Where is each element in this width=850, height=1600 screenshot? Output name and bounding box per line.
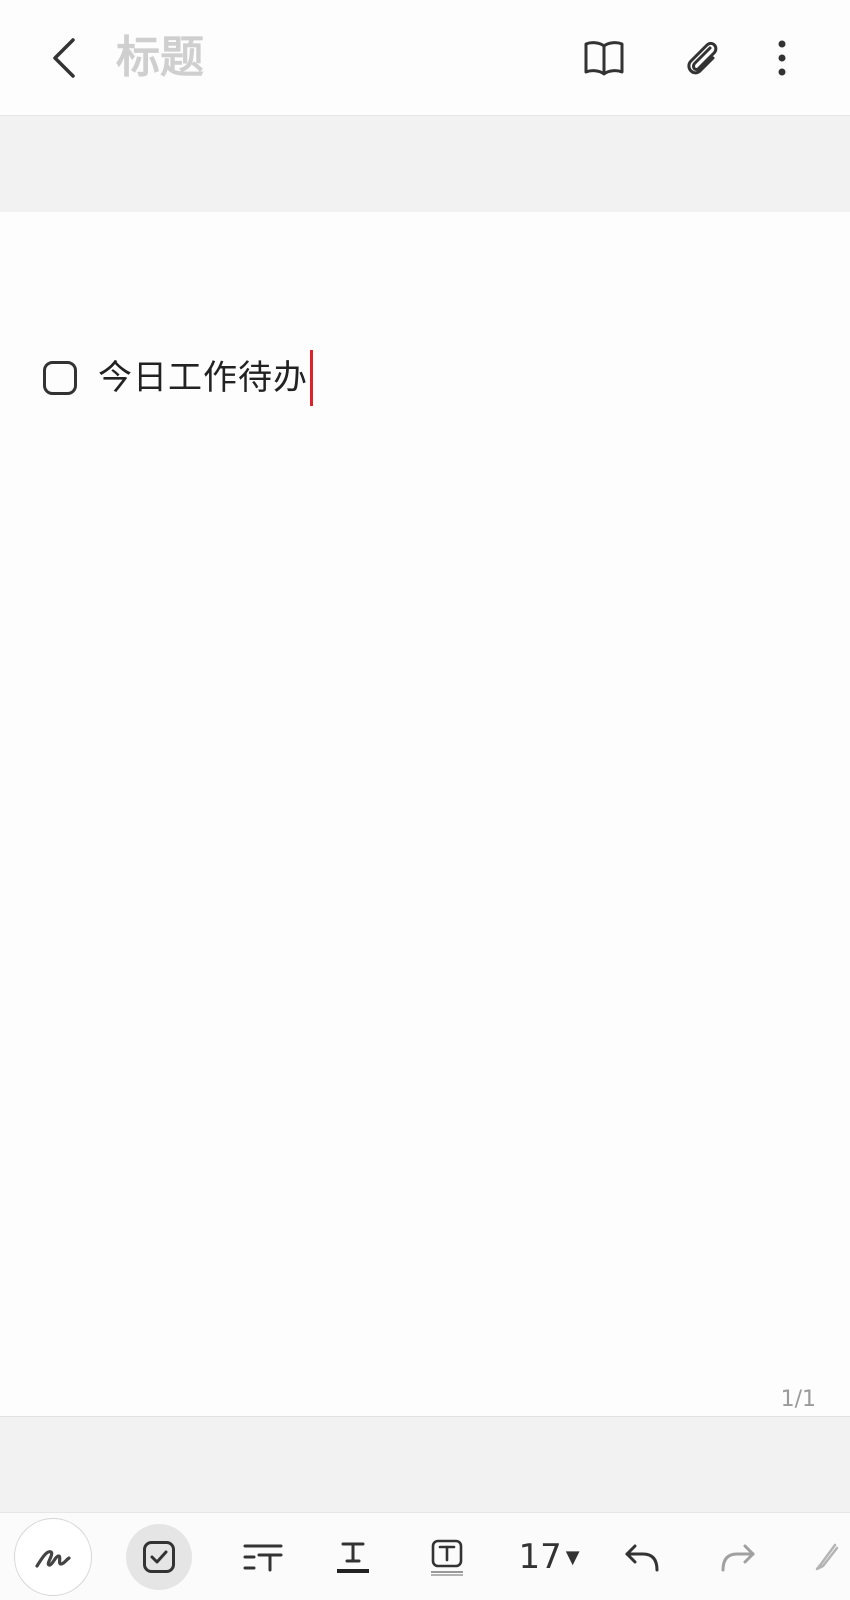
page-indicator: 1/1 — [780, 1387, 816, 1412]
text-cursor — [310, 350, 313, 406]
chevron-left-icon — [53, 38, 75, 78]
text-highlight-icon — [431, 1539, 463, 1576]
title-input[interactable]: 标题 — [116, 30, 536, 86]
paragraph-style-icon — [243, 1544, 283, 1572]
font-size-value: 17 — [518, 1537, 562, 1577]
more-vertical-icon — [778, 40, 786, 76]
text-color-icon — [337, 1542, 369, 1573]
paragraph-style-button[interactable] — [228, 1521, 298, 1593]
paperclip-icon — [687, 41, 718, 75]
checkbox-icon — [143, 1541, 175, 1573]
text-color-button[interactable] — [318, 1521, 388, 1593]
book-icon — [584, 41, 624, 76]
handwriting-pen-icon — [35, 1550, 71, 1568]
redo-icon — [721, 1544, 755, 1572]
checklist-item: 今日工作待办 — [42, 348, 313, 408]
checklist-item-text[interactable]: 今日工作待办 — [98, 348, 308, 408]
note-editor[interactable]: 今日工作待办 1/1 — [0, 212, 850, 1416]
undo-button[interactable] — [612, 1521, 674, 1593]
text-highlight-button[interactable] — [412, 1521, 482, 1593]
top-separator-band — [0, 116, 850, 212]
back-button[interactable] — [40, 30, 88, 86]
caret-down-icon: ▼ — [565, 1546, 580, 1568]
undo-icon — [625, 1544, 659, 1572]
font-size-dropdown[interactable]: 17 ▼ — [504, 1521, 594, 1593]
bottom-separator-band — [0, 1416, 850, 1512]
checklist-button[interactable] — [126, 1524, 192, 1590]
checkbox-unchecked-icon[interactable] — [42, 360, 78, 396]
handwriting-button[interactable] — [14, 1518, 92, 1596]
redo-button[interactable] — [708, 1521, 766, 1593]
more-options-button[interactable] — [756, 32, 808, 84]
attach-button[interactable] — [674, 32, 730, 84]
app-header: 标题 — [0, 0, 850, 116]
reading-mode-button[interactable] — [576, 32, 632, 84]
formatting-toolbar: 17 ▼ — [0, 1512, 850, 1600]
pen-tool-button[interactable] — [806, 1521, 846, 1593]
pen-nib-icon — [815, 1543, 839, 1571]
